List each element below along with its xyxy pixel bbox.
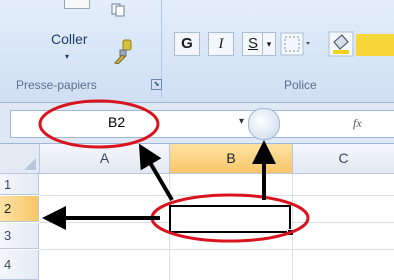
- row-header-1[interactable]: 1: [0, 174, 39, 195]
- name-box-dropdown-icon[interactable]: ▾: [239, 116, 244, 127]
- row-header-2[interactable]: 2: [0, 196, 39, 222]
- copy-icon[interactable]: [111, 3, 125, 17]
- bold-button[interactable]: G: [174, 32, 200, 56]
- clipboard-group: Coller ▾ Presse-papiers ⬊: [8, 0, 162, 98]
- row-header-3[interactable]: 3: [0, 223, 39, 249]
- gridline: [40, 249, 394, 250]
- italic-button[interactable]: I: [208, 32, 234, 56]
- gridline: [292, 174, 293, 280]
- paste-icon[interactable]: [64, 0, 90, 9]
- font-group: G I S ▾ Police: [168, 0, 394, 98]
- formula-bar: B2 ▾ fx: [0, 103, 394, 144]
- clipboard-group-label: Presse-papiers: [16, 78, 97, 92]
- paste-button[interactable]: Coller: [51, 31, 88, 47]
- font-group-label: Police: [284, 78, 317, 92]
- worksheet-grid: A B C 1 2 3 4: [0, 144, 394, 280]
- ribbon: Coller ▾ Presse-papiers ⬊ G I S ▾ Police: [0, 0, 394, 103]
- underline-button[interactable]: S: [242, 32, 264, 56]
- dialog-launcher-icon[interactable]: ⬊: [151, 79, 162, 90]
- paste-dropdown-icon[interactable]: ▾: [65, 52, 69, 61]
- name-box-value: B2: [108, 114, 126, 130]
- gridline: [40, 195, 394, 196]
- select-all-button[interactable]: [0, 144, 40, 174]
- active-cell-b2[interactable]: [169, 205, 291, 233]
- column-header-b[interactable]: B: [170, 144, 293, 174]
- column-header-c[interactable]: C: [293, 144, 394, 174]
- fill-handle[interactable]: [287, 229, 294, 236]
- underline-dropdown-icon[interactable]: ▾: [262, 32, 276, 56]
- formula-input[interactable]: [270, 110, 394, 138]
- format-painter-icon[interactable]: [112, 38, 134, 64]
- row-header-4[interactable]: 4: [0, 250, 39, 280]
- borders-icon[interactable]: [280, 32, 314, 56]
- fill-color-icon[interactable]: [328, 30, 394, 58]
- formula-bar-splitter[interactable]: [248, 108, 280, 140]
- name-box[interactable]: B2 ▾: [10, 110, 258, 138]
- column-header-a[interactable]: A: [40, 144, 170, 174]
- insert-function-icon[interactable]: fx: [353, 116, 362, 131]
